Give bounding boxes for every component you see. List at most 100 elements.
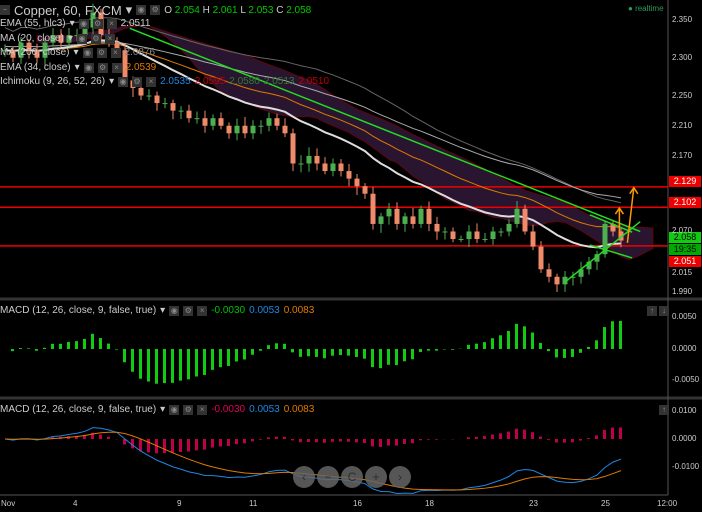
macd-histogram-bar — [83, 338, 86, 349]
macd2-histogram-bar — [411, 439, 414, 444]
candle — [322, 163, 328, 172]
zoom-in-button[interactable]: + — [365, 466, 387, 488]
close-icon[interactable]: × — [197, 305, 208, 316]
gear-icon[interactable]: ⚙ — [183, 305, 194, 316]
zoom-out-button[interactable]: − — [317, 466, 339, 488]
macd2-tick: -0.0100 — [672, 462, 700, 471]
macd2-histogram-bar — [531, 432, 534, 439]
eye-icon[interactable]: ◉ — [83, 62, 94, 73]
macd-histogram-bar — [291, 349, 294, 353]
time-tick: 11 — [249, 499, 258, 508]
macd-histogram-bar — [259, 349, 262, 351]
macd-histogram-bar — [347, 349, 350, 356]
indicator-label: MA (200, close) — [0, 47, 70, 58]
macd-histogram-bar — [123, 349, 126, 363]
maximize-icon[interactable]: ↑ — [659, 405, 669, 415]
close-icon[interactable]: × — [197, 404, 208, 415]
macd-histogram-bar — [339, 349, 342, 356]
candle — [250, 125, 256, 134]
candle — [306, 155, 312, 164]
close-icon[interactable]: × — [110, 47, 121, 58]
candle — [354, 178, 360, 187]
indicator-ma20[interactable]: MA (20, close) ▾ ◉ ⚙ × — [0, 33, 115, 44]
close-icon[interactable]: × — [104, 33, 115, 44]
gear-icon[interactable]: ⚙ — [183, 404, 194, 415]
candle — [346, 171, 352, 179]
eye-icon[interactable]: ◉ — [82, 47, 93, 58]
indicator-ema34[interactable]: EMA (34, close) ▾ ◉ ⚙ × 2.0539 — [0, 62, 156, 73]
macd-histogram-bar — [19, 348, 22, 349]
candle — [506, 223, 512, 232]
macd-histogram-bar — [523, 326, 526, 349]
macd2-histogram-bar — [523, 429, 526, 439]
macd-histogram-bar — [67, 341, 70, 349]
macd2-histogram-bar — [371, 439, 374, 447]
macd2-histogram-bar — [603, 429, 606, 439]
maximize-icon[interactable]: ↑ — [647, 306, 657, 316]
eye-icon[interactable]: ◉ — [118, 76, 129, 87]
candle — [290, 133, 296, 164]
macd-histogram-bar — [107, 343, 110, 349]
chevron-down-icon[interactable]: ▾ — [126, 2, 133, 18]
gear-icon[interactable]: ⚙ — [92, 18, 103, 29]
indicator-ma200[interactable]: MA (200, close) ▾ ◉ ⚙ × 2.0876 — [0, 47, 155, 58]
macd-histogram-bar — [227, 349, 230, 366]
eye-icon[interactable]: ◉ — [169, 305, 180, 316]
time-tick: 4 — [73, 499, 78, 508]
indicator-ema55[interactable]: EMA (55, hlc3) ▾ ◉ ⚙ × 2.0511 — [0, 18, 150, 29]
macd-histogram-bar — [51, 343, 54, 349]
minimize-icon[interactable]: ↓ — [659, 306, 669, 316]
eye-icon[interactable]: ◉ — [78, 18, 89, 29]
ohlc: O 2.054 H 2.061 L 2.053 C 2.058 — [164, 5, 311, 16]
gear-icon[interactable]: ⚙ — [132, 76, 143, 87]
macd-histogram-bar — [419, 349, 422, 353]
macd2-legend[interactable]: MACD (12, 26, close, 9, false, true) ▾ ◉ ⚙… — [0, 404, 314, 415]
scroll-back-button[interactable]: ‹ — [293, 466, 315, 488]
macd-histogram-bar — [43, 347, 46, 349]
macd-histogram-bar — [515, 323, 518, 349]
macd2-histogram-bar — [323, 439, 326, 443]
macd-histogram-bar — [363, 349, 366, 359]
macd-histogram-bar — [435, 349, 438, 351]
macd-tick: 0.0050 — [672, 312, 697, 321]
macd-legend[interactable]: MACD (12, 26, close, 9, false, true) ▾ ◉ ⚙… — [0, 305, 314, 316]
close-icon[interactable]: × — [111, 62, 122, 73]
scroll-forward-button[interactable]: › — [389, 466, 411, 488]
macd2-histogram-bar — [99, 434, 102, 439]
candle — [170, 103, 176, 111]
indicator-ichimoku[interactable]: Ichimoku (9, 26, 52, 26) ▾ ◉ ⚙ × 2.0535 2.05… — [0, 76, 329, 87]
macd-histogram-bar — [611, 321, 614, 349]
realtime-label: realtime — [635, 4, 664, 13]
macd2-histogram-bar — [547, 439, 550, 440]
macd2-histogram-bar — [571, 439, 574, 443]
candle — [138, 87, 144, 96]
eye-icon[interactable]: ◉ — [136, 5, 147, 15]
gear-icon[interactable]: ⚙ — [90, 33, 101, 44]
candle — [146, 95, 152, 97]
macd-histogram-bar — [371, 349, 374, 368]
eye-icon[interactable]: ◉ — [76, 33, 87, 44]
macd-histogram-bar — [563, 349, 566, 358]
macd-histogram-bar — [267, 345, 270, 349]
macd2-histogram-bar — [611, 427, 614, 439]
indicator-value: 2.0510 — [298, 76, 330, 87]
time-tick: 12:00 — [657, 499, 678, 508]
low-value: 2.053 — [248, 4, 274, 16]
c-label: C — [276, 4, 284, 16]
macd2-histogram-bar — [499, 433, 502, 439]
gear-icon[interactable]: ⚙ — [97, 62, 108, 73]
gear-icon[interactable]: ⚙ — [150, 5, 161, 15]
gear-icon[interactable]: ⚙ — [96, 47, 107, 58]
candle — [442, 231, 448, 233]
collapse-icon[interactable]: − — [0, 5, 10, 15]
symbol-title[interactable]: Copper, 60, FXCM — [14, 3, 122, 18]
high-value: 2.061 — [212, 4, 238, 16]
macd-histogram-bar — [35, 349, 38, 351]
close-icon[interactable]: × — [146, 76, 157, 87]
macd-hist-value: -0.0030 — [211, 404, 246, 415]
macd-histogram-bar — [147, 349, 150, 382]
macd-histogram-bar — [603, 327, 606, 349]
close-icon[interactable]: × — [106, 18, 117, 29]
reset-chart-button[interactable]: C — [341, 466, 363, 488]
eye-icon[interactable]: ◉ — [169, 404, 180, 415]
